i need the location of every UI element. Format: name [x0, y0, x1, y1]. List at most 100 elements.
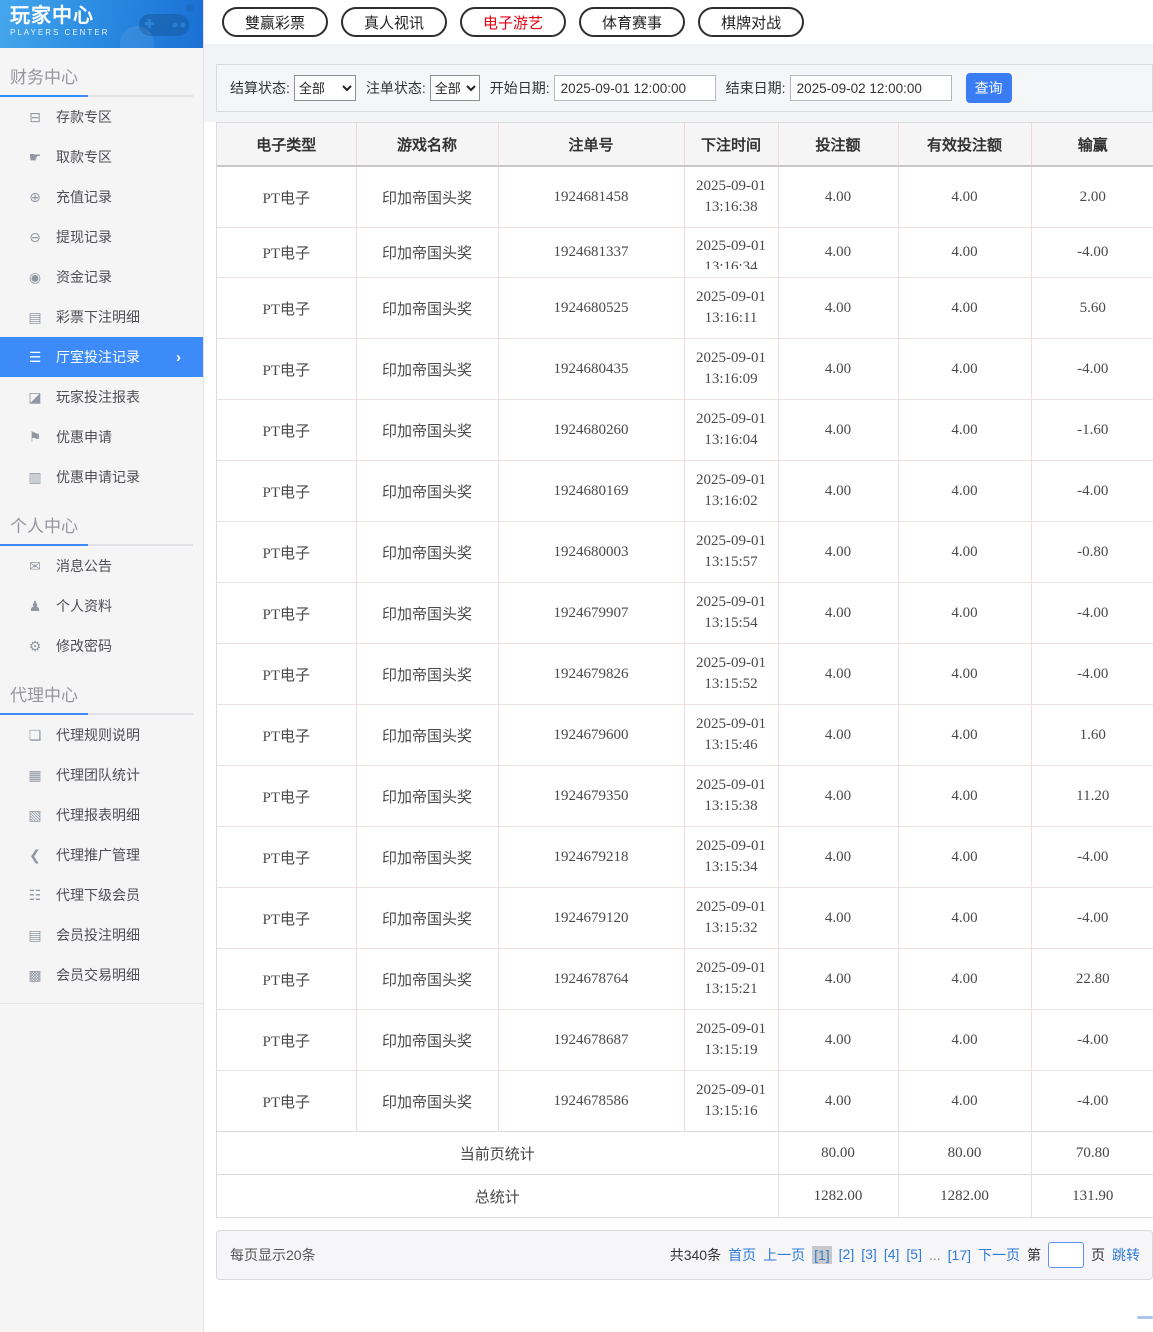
table-row: PT电子 印加帝国头奖 1924678687 2025-09-01 13:15:19 4.…	[217, 1009, 1153, 1071]
cell-order-number: 1924678764	[497, 948, 684, 1010]
sidebar-item-label: 修改密码	[56, 638, 112, 654]
cell-order-number: 1924679218	[497, 826, 684, 888]
prev-page-link[interactable]: 上一页	[763, 1245, 805, 1265]
search-button[interactable]: 查询	[965, 73, 1012, 103]
cell-bet-amount: 4.00	[777, 166, 898, 228]
cell-bet-time: 2025-09-01 13:16:11	[683, 277, 778, 339]
cell-game-type: PT电子	[262, 190, 310, 207]
cell-bet-amount: 4.00	[777, 460, 898, 522]
sidebar-item-deposit-zone[interactable]: ⊟ 存款专区	[0, 97, 203, 137]
cell-valid-bet-amount: 4.00	[897, 765, 1031, 827]
sidebar-item-label: 充值记录	[56, 189, 112, 205]
cell-game-name: 印加帝国头奖	[355, 1070, 498, 1132]
game-tab-4[interactable]: 棋牌对战	[698, 7, 805, 37]
cell-valid-bet-amount: 4.00	[897, 704, 1031, 766]
sidebar-item-label: 玩家投注报表	[56, 389, 140, 405]
sidebar-item-personal-profile[interactable]: ♟ 个人资料	[0, 586, 203, 626]
cell-game-name: 印加帝国头奖	[355, 1009, 498, 1071]
sidebar-item-agent-rules[interactable]: ❏ 代理规则说明	[0, 715, 203, 755]
chart-report-icon: ◪	[28, 388, 42, 405]
sidebar-item-promo-apply-records[interactable]: ▥ 优惠申请记录	[0, 457, 203, 497]
table-row: PT电子 印加帝国头奖 1924679826 2025-09-01 13:15:52 4.…	[217, 643, 1153, 705]
table-row: PT电子 印加帝国头奖 1924680435 2025-09-01 13:16:09 4.…	[217, 338, 1153, 400]
sidebar-item-member-transaction-details[interactable]: ▩ 会员交易明细	[0, 955, 203, 995]
sidebar-item-agent-sub-members[interactable]: ☷ 代理下级会员	[0, 875, 203, 915]
sidebar-item-label: 会员交易明细	[56, 967, 140, 983]
first-page-link[interactable]: 首页	[728, 1245, 756, 1265]
cell-game-name: 印加帝国头奖	[355, 582, 498, 644]
sidebar-item-label: 个人资料	[56, 598, 112, 614]
page-link-1[interactable]: [1]	[812, 1246, 832, 1264]
jump-page-input[interactable]	[1048, 1242, 1084, 1268]
jump-button[interactable]: 跳转	[1112, 1245, 1140, 1265]
page-link-5[interactable]: [5]	[906, 1246, 922, 1264]
last-page-link[interactable]: [17]	[948, 1247, 971, 1263]
cell-bet-time: 2025-09-01 13:16:02	[683, 460, 778, 522]
cell-order-number: 1924680260	[497, 399, 684, 461]
sidebar-item-message-announcements[interactable]: ✉ 消息公告	[0, 546, 203, 586]
summary-label: 总统计	[217, 1174, 778, 1217]
cell-valid-bet-amount: 4.00	[897, 460, 1031, 522]
sidebar-nav: 财务中心 ⊟ 存款专区 ☛ 取款专区 ⊕ 充值记录 ⊖ 提现记录 ◉ 资金记录 ▤ 彩票下注明细 ☰ 厅室投…	[0, 48, 203, 1004]
sidebar-item-change-password[interactable]: ⚙ 修改密码	[0, 626, 203, 666]
page-link-4[interactable]: [4]	[884, 1246, 900, 1264]
sidebar-item-player-bet-report[interactable]: ◪ 玩家投注报表	[0, 377, 203, 417]
game-tab-0[interactable]: 雙赢彩票	[222, 7, 329, 37]
end-date-input[interactable]	[789, 75, 952, 101]
share-icon: ❮	[29, 846, 41, 863]
cell-order-number: 1924681337	[497, 227, 684, 278]
sidebar-item-hall-bet-records[interactable]: ☰ 厅室投注记录 ›	[0, 337, 203, 377]
column-header-1: 游戏名称	[355, 123, 498, 167]
sidebar-item-agent-report-details[interactable]: ▧ 代理报表明细	[0, 795, 203, 835]
page-number-links: [1] [2] [3] [4] [5]	[812, 1246, 922, 1264]
main-content: 雙赢彩票 真人视讯 电子游艺 体育赛事 棋牌对战 结算状态: 全部 注单状态: 全部 开…	[204, 0, 1153, 1332]
sidebar-item-agent-team-stats[interactable]: ▦ 代理团队统计	[0, 755, 203, 795]
cell-game-type: PT电子	[217, 948, 356, 1010]
sidebar-item-funds-records[interactable]: ◉ 资金记录	[0, 257, 203, 297]
cell-bet-time: 2025-09-01 13:15:32	[683, 887, 778, 949]
sidebar-item-withdrawal-records[interactable]: ⊖ 提现记录	[0, 217, 203, 257]
cell-win-loss: -1.60	[1030, 399, 1153, 461]
report-board-icon: ▧	[28, 806, 42, 823]
cell-valid-bet-amount: 4.00	[897, 277, 1031, 339]
end-date-label: 结束日期:	[725, 80, 786, 96]
column-header-0: 电子类型	[217, 123, 356, 167]
cell-game-type: PT电子	[217, 521, 356, 583]
game-tab-3[interactable]: 体育赛事	[579, 7, 686, 37]
settle-status-select[interactable]: 全部	[293, 75, 356, 101]
cell-game-type: PT电子	[217, 704, 356, 766]
start-date-input[interactable]	[553, 75, 716, 101]
next-page-link[interactable]: 下一页	[978, 1245, 1020, 1265]
cell-bet-time: 2025-09-01 13:15:34	[683, 826, 778, 888]
table-row: PT电子 印加帝国头奖 1924678764 2025-09-01 13:15:21 4.…	[217, 948, 1153, 1010]
cell-bet-amount: 4.00	[777, 643, 898, 705]
game-tab-2[interactable]: 电子游艺	[460, 7, 567, 37]
column-header-4: 投注额	[777, 123, 898, 167]
sidebar-item-agent-promotion[interactable]: ❮ 代理推广管理	[0, 835, 203, 875]
summary-win-loss: 70.80	[1030, 1131, 1153, 1175]
page-link-2[interactable]: [2]	[839, 1246, 855, 1264]
sidebar-item-promo-apply[interactable]: ⚑ 优惠申请	[0, 417, 203, 457]
sidebar-item-member-bet-details[interactable]: ▤ 会员投注明细	[0, 915, 203, 955]
summary-bet: 80.00	[777, 1131, 898, 1175]
cell-game-name: 印加帝国头奖	[355, 704, 498, 766]
page-link-3[interactable]: [3]	[861, 1246, 877, 1264]
cell-bet-time: 2025-09-01 13:15:54	[683, 582, 778, 644]
stats-board-icon: ▦	[28, 766, 42, 783]
cell-bet-amount: 4.00	[777, 521, 898, 583]
sidebar-item-label: 存款专区	[56, 109, 112, 125]
people-icon: ☷	[28, 886, 42, 903]
cell-valid-bet-amount: 4.00	[897, 887, 1031, 949]
member-bet-doc-icon: ▤	[28, 926, 42, 943]
sidebar-item-withdraw-zone[interactable]: ☛ 取款专区	[0, 137, 203, 177]
cell-bet-amount: 4.00	[777, 826, 898, 888]
cell-bet-time: 2025-09-01 13:15:52	[683, 643, 778, 705]
game-tab-1[interactable]: 真人视讯	[341, 7, 448, 37]
horizontal-scrollbar-thumb[interactable]	[1137, 1316, 1153, 1319]
cell-order-number: 1924681458	[497, 166, 684, 228]
sidebar-item-lottery-bet-details[interactable]: ▤ 彩票下注明细	[0, 297, 203, 337]
cell-order-number: 1924679600	[497, 704, 684, 766]
jump-suffix-text: 页	[1091, 1247, 1105, 1263]
sidebar-item-recharge-records[interactable]: ⊕ 充值记录	[0, 177, 203, 217]
order-status-select[interactable]: 全部	[429, 75, 480, 101]
